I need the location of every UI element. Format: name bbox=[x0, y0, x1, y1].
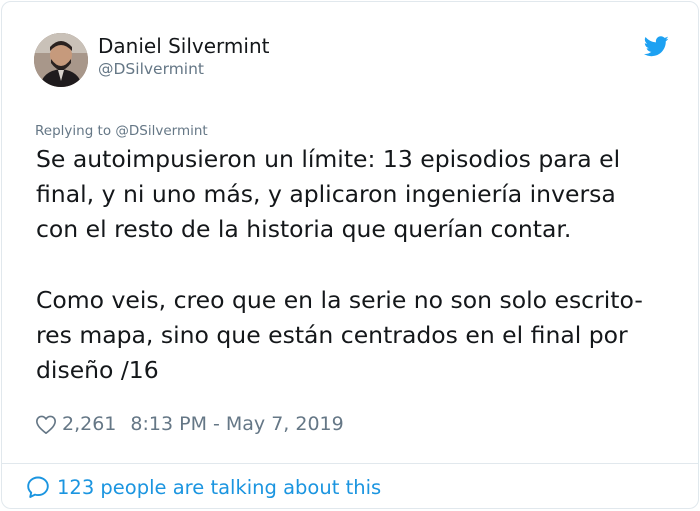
tweet-line: final, y ni uno más, y aplicaron ingenie… bbox=[36, 180, 616, 208]
like-count: 2,261 bbox=[62, 413, 117, 435]
tweet-timestamp[interactable]: 8:13 PM - May 7, 2019 bbox=[130, 413, 343, 435]
tweet-meta: 2,261 8:13 PM - May 7, 2019 bbox=[35, 411, 344, 437]
tweet-text: Se autoimpusieron un límite: 13 episodio… bbox=[36, 142, 676, 388]
twitter-bird-icon[interactable] bbox=[643, 36, 669, 57]
footer-divider bbox=[2, 463, 698, 464]
reply-context: Replying to @DSilvermint bbox=[35, 123, 208, 139]
tweet-line: diseño /16 bbox=[36, 356, 159, 384]
heart-outline-icon bbox=[35, 414, 62, 435]
tweet-line: Como veis, creo que en la serie no son s… bbox=[36, 286, 643, 314]
like-button[interactable]: 2,261 bbox=[35, 413, 116, 435]
tweet-card: Daniel Silvermint @DSilvermint Replying … bbox=[1, 1, 699, 509]
conversation-label: 123 people are talking about this bbox=[57, 475, 382, 499]
author-handle[interactable]: @DSilvermint bbox=[98, 60, 204, 78]
tweet-line: Se autoimpusieron un límite: 13 episodio… bbox=[36, 145, 621, 173]
avatar-image bbox=[34, 33, 88, 87]
author-name[interactable]: Daniel Silvermint bbox=[98, 34, 269, 58]
conversation-link[interactable]: 123 people are talking about this bbox=[26, 474, 381, 500]
tweet-line: con el resto de la historia que querían … bbox=[36, 215, 572, 243]
avatar[interactable] bbox=[34, 33, 88, 87]
tweet-line: res mapa, sino que están centrados en el… bbox=[36, 321, 628, 349]
speech-bubble-icon bbox=[26, 475, 57, 499]
